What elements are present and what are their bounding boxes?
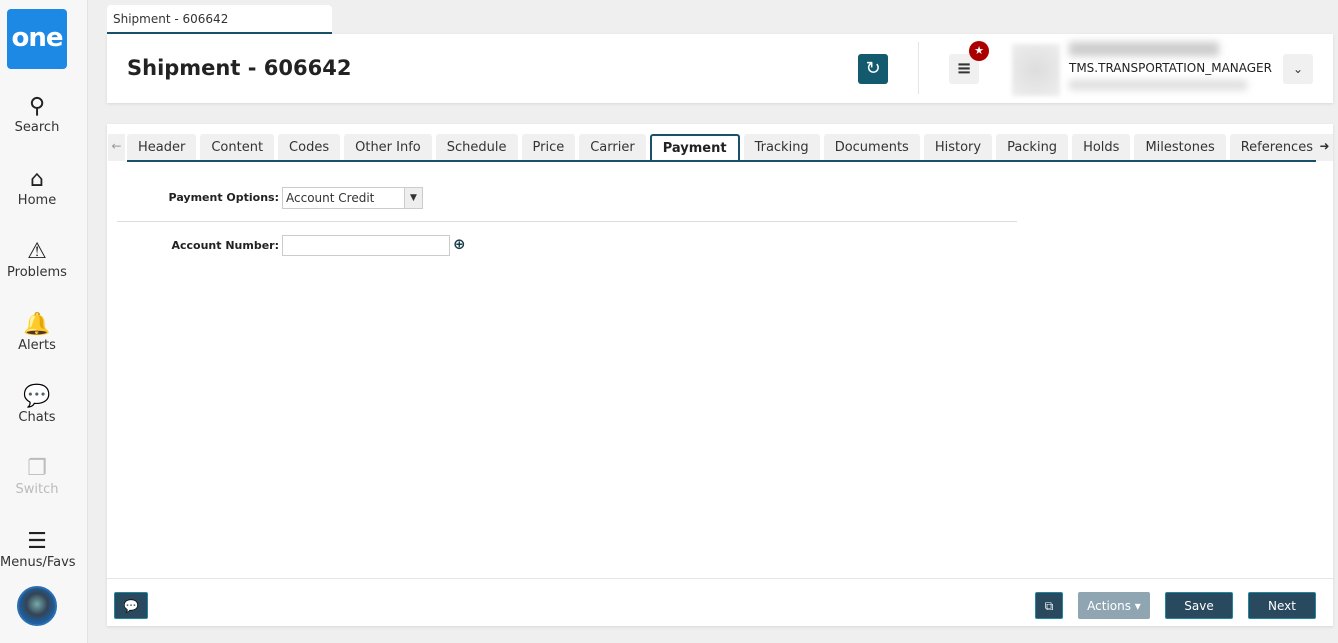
user-photo — [1012, 44, 1060, 96]
document-tab[interactable]: Shipment - 606642 — [107, 5, 332, 34]
next-button[interactable]: Next — [1248, 592, 1316, 619]
page-header: Shipment - 606642 ↻ ≡ ★ TMS.TRANSPORTATI… — [107, 34, 1333, 103]
nav-alerts[interactable]: 🔔 Alerts — [0, 312, 74, 353]
nav-label: Chats — [18, 410, 56, 425]
tab-holds[interactable]: Holds — [1072, 134, 1131, 160]
account-number-label: Account Number: — [171, 239, 279, 252]
user-name-redacted — [1069, 42, 1219, 56]
home-icon: ⌂ — [30, 167, 44, 192]
warning-icon: ⚠ — [27, 239, 47, 264]
tab-tracking[interactable]: Tracking — [743, 134, 820, 160]
star-badge-icon: ★ — [969, 41, 989, 61]
tab-content[interactable]: Content — [200, 134, 275, 160]
arrow-left-icon: ← — [111, 139, 122, 153]
tab-codes[interactable]: Codes — [278, 134, 341, 160]
payment-options-select[interactable]: Account Credit ▼ — [282, 187, 423, 209]
payment-options-label: Payment Options: — [168, 191, 279, 204]
divider — [918, 42, 919, 94]
nav-home[interactable]: ⌂ Home — [0, 167, 74, 208]
refresh-icon: ↻ — [865, 58, 881, 79]
menu-icon: ☰ — [27, 529, 47, 554]
nav-label: Alerts — [18, 338, 56, 353]
tab-price[interactable]: Price — [521, 134, 576, 160]
nav-label: Search — [14, 120, 60, 135]
tab-references[interactable]: References — [1229, 134, 1316, 160]
tab-header[interactable]: Header — [127, 134, 197, 160]
nav-chats[interactable]: 💬 Chats — [0, 384, 74, 425]
user-email-redacted — [1069, 80, 1247, 90]
tab-payment[interactable]: Payment — [649, 134, 740, 160]
chevron-down-icon: ⌄ — [1292, 62, 1304, 76]
tab-schedule[interactable]: Schedule — [435, 134, 518, 160]
sidebar-nav: one ⚲ Search ⌂ Home ⚠ Problems 🔔 Alerts 💬 Cha… — [0, 0, 88, 643]
actions-button[interactable]: Actions ▾ — [1078, 592, 1150, 619]
nav-label: Menus/Favs — [0, 555, 76, 570]
refresh-button[interactable]: ↻ — [858, 54, 888, 84]
main-panel: ← Header Content Codes Other Info Schedule Pr… — [107, 124, 1333, 626]
hamburger-icon: ≡ — [956, 58, 972, 79]
copy-button[interactable]: ⧉ — [1035, 592, 1063, 619]
payment-options-value: Account Credit — [286, 191, 375, 205]
tab-scroll-right[interactable]: ➜ — [1316, 134, 1333, 161]
chevron-down-icon: ▼ — [404, 188, 422, 208]
nav-menus[interactable]: ☰ Menus/Favs — [0, 529, 76, 570]
tab-packing[interactable]: Packing — [996, 134, 1069, 160]
tab-milestones[interactable]: Milestones — [1134, 134, 1226, 160]
divider — [117, 221, 1017, 222]
nav-label: Problems — [7, 265, 67, 280]
tab-other-info[interactable]: Other Info — [344, 134, 432, 160]
nav-problems[interactable]: ⚠ Problems — [0, 239, 74, 280]
copy-icon: ⧉ — [1044, 599, 1054, 613]
search-icon: ⚲ — [28, 94, 46, 119]
nav-search[interactable]: ⚲ Search — [0, 94, 74, 135]
tab-bar: Header Content Codes Other Info Schedule Pric… — [127, 134, 1316, 162]
tab-history[interactable]: History — [923, 134, 993, 160]
switch-icon: ❐ — [27, 456, 47, 481]
nav-label: Home — [17, 193, 57, 208]
nav-switch: ❐ Switch — [0, 456, 74, 497]
nav-label: Switch — [15, 482, 59, 497]
tab-documents[interactable]: Documents — [823, 134, 920, 160]
bell-icon: 🔔 — [23, 312, 51, 337]
chat-icon: 💬 — [123, 599, 139, 613]
app-logo[interactable]: one — [7, 9, 67, 69]
user-avatar[interactable] — [17, 586, 57, 626]
user-role: TMS.TRANSPORTATION_MANAGER — [1069, 61, 1272, 75]
account-number-input[interactable] — [282, 235, 450, 256]
tab-scroll-left[interactable]: ← — [108, 134, 125, 161]
user-dropdown-button[interactable]: ⌄ — [1283, 54, 1313, 84]
save-button[interactable]: Save — [1165, 592, 1233, 619]
search-plus-icon[interactable]: ⊕ — [453, 235, 466, 253]
tab-carrier[interactable]: Carrier — [579, 134, 646, 160]
chat-button[interactable]: 💬 — [114, 592, 148, 619]
page-title: Shipment - 606642 — [127, 56, 352, 80]
chat-icon: 💬 — [23, 384, 51, 409]
arrow-right-icon: ➜ — [1319, 139, 1330, 153]
footer-divider — [107, 578, 1333, 579]
